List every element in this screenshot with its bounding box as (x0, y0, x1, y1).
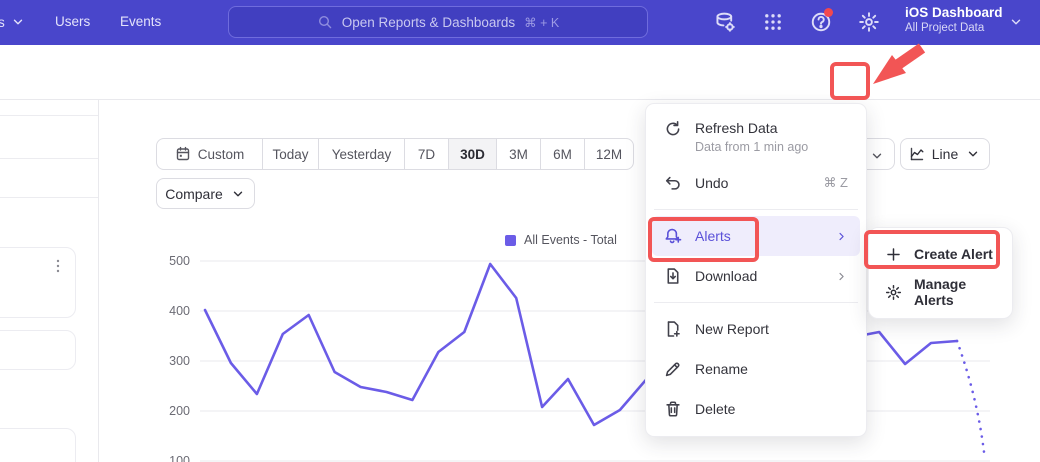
date-range-3m[interactable]: 3M (497, 139, 541, 169)
nav-item-events[interactable]: Events (120, 14, 161, 29)
project-title: iOS Dashboard (905, 5, 1003, 20)
menu-item-download[interactable]: Download (652, 256, 860, 296)
menu-item-new-report[interactable]: New Report (652, 309, 860, 349)
menu-item-alerts[interactable]: Alerts (652, 216, 860, 256)
pencil-icon (664, 360, 682, 378)
menu-item-label: Refresh Data (695, 120, 848, 136)
report-header (0, 45, 1040, 100)
notification-dot (824, 8, 833, 17)
download-icon (664, 267, 682, 285)
date-range-label: Custom (198, 147, 245, 162)
menu-item-label: Delete (695, 401, 848, 417)
more-options-menu: Refresh Data Data from 1 min ago Undo ⌘ Z Al… (645, 103, 867, 437)
dashboard-sidebar (0, 100, 99, 462)
nav-item-label: Events (120, 14, 161, 29)
date-range-custom[interactable]: Custom (157, 139, 263, 169)
trash-icon (664, 400, 682, 418)
settings-gear-icon (885, 284, 902, 301)
search-icon (317, 14, 333, 30)
menu-item-rename[interactable]: Rename (652, 349, 860, 389)
date-range-label: 12M (596, 147, 622, 162)
svg-text:200: 200 (169, 404, 190, 418)
sidebar-divider (0, 197, 98, 198)
report-card[interactable] (0, 330, 76, 370)
search-shortcut: ⌘ + K (524, 15, 559, 30)
menu-item-label: New Report (695, 321, 848, 337)
date-range-12m[interactable]: 12M (585, 139, 633, 169)
nav-item-boards-truncated[interactable]: s (0, 14, 26, 30)
chevron-right-icon (835, 270, 848, 283)
undo-icon (664, 174, 682, 192)
chevron-down-icon (965, 146, 981, 162)
kebab-menu-icon[interactable] (50, 258, 66, 274)
top-nav: s Users Events Open Reports & Dashboards… (0, 0, 1040, 45)
svg-text:500: 500 (169, 254, 190, 268)
shortcut-hint: ⌘ Z (823, 175, 848, 191)
compare-label: Compare (165, 186, 223, 202)
date-range-7d[interactable]: 7D (405, 139, 449, 169)
compare-button[interactable]: Compare (156, 178, 255, 209)
svg-text:400: 400 (169, 304, 190, 318)
apps-grid-icon[interactable] (762, 11, 784, 33)
new-report-icon (664, 320, 682, 338)
date-range-6m[interactable]: 6M (541, 139, 585, 169)
date-range-today[interactable]: Today (263, 139, 319, 169)
plus-icon (885, 246, 902, 263)
chevron-down-icon (1008, 14, 1024, 30)
chart-type-label: Line (932, 146, 958, 162)
submenu-item-manage-alerts[interactable]: Manage Alerts (875, 273, 1006, 311)
date-range-label: 30D (460, 147, 485, 162)
date-range-30d[interactable]: 30D (449, 139, 497, 169)
search-placeholder: Open Reports & Dashboards (342, 15, 515, 30)
calendar-icon (175, 146, 191, 162)
menu-item-undo[interactable]: Undo ⌘ Z (652, 163, 860, 203)
alerts-submenu: Create Alert Manage Alerts (868, 227, 1013, 319)
nav-item-users[interactable]: Users (55, 14, 90, 29)
refresh-icon (664, 120, 682, 138)
submenu-item-create-alert[interactable]: Create Alert (875, 235, 1006, 273)
settings-gear-icon[interactable] (858, 11, 880, 33)
data-management-icon[interactable] (714, 11, 736, 33)
sidebar-divider (0, 115, 98, 116)
line-chart-icon (909, 146, 925, 162)
menu-item-refresh-data[interactable]: Refresh Data Data from 1 min ago (652, 111, 860, 163)
project-switcher[interactable]: iOS Dashboard All Project Data (905, 5, 1003, 34)
bell-plus-icon (664, 227, 682, 245)
report-card[interactable] (0, 428, 76, 462)
menu-item-label: Rename (695, 361, 848, 377)
menu-item-label: Undo (695, 175, 810, 191)
menu-item-label: Alerts (695, 228, 822, 244)
date-range-yesterday[interactable]: Yesterday (319, 139, 405, 169)
nav-item-label: Users (55, 14, 90, 29)
date-range-label: 6M (553, 147, 572, 162)
submenu-item-label: Manage Alerts (914, 276, 996, 308)
search-input[interactable]: Open Reports & Dashboards ⌘ + K (228, 6, 648, 38)
date-range-label: 7D (418, 147, 435, 162)
submenu-item-label: Create Alert (914, 246, 993, 262)
menu-divider (654, 302, 858, 303)
date-range-label: Today (272, 147, 308, 162)
chevron-down-icon (10, 14, 26, 30)
menu-item-sublabel: Data from 1 min ago (695, 140, 848, 154)
legend-swatch (505, 235, 516, 246)
chevron-right-icon (835, 230, 848, 243)
legend-item[interactable]: All Events - Total (505, 233, 617, 247)
menu-item-delete[interactable]: Delete (652, 389, 860, 429)
svg-text:300: 300 (169, 354, 190, 368)
svg-text:100: 100 (169, 454, 190, 462)
menu-divider (654, 209, 858, 210)
date-range-control: Custom Today Yesterday 7D 30D 3M 6M 12M (156, 138, 634, 170)
sidebar-divider (0, 158, 98, 159)
chevron-down-icon (869, 148, 885, 164)
legend-label: All Events - Total (524, 233, 617, 247)
date-range-label: 3M (509, 147, 528, 162)
menu-item-label: Download (695, 268, 822, 284)
date-range-label: Yesterday (332, 147, 392, 162)
project-subtitle: All Project Data (905, 22, 1003, 34)
nav-item-label: s (0, 15, 5, 30)
chart-type-select[interactable]: Line (900, 138, 990, 170)
chevron-down-icon (230, 186, 246, 202)
